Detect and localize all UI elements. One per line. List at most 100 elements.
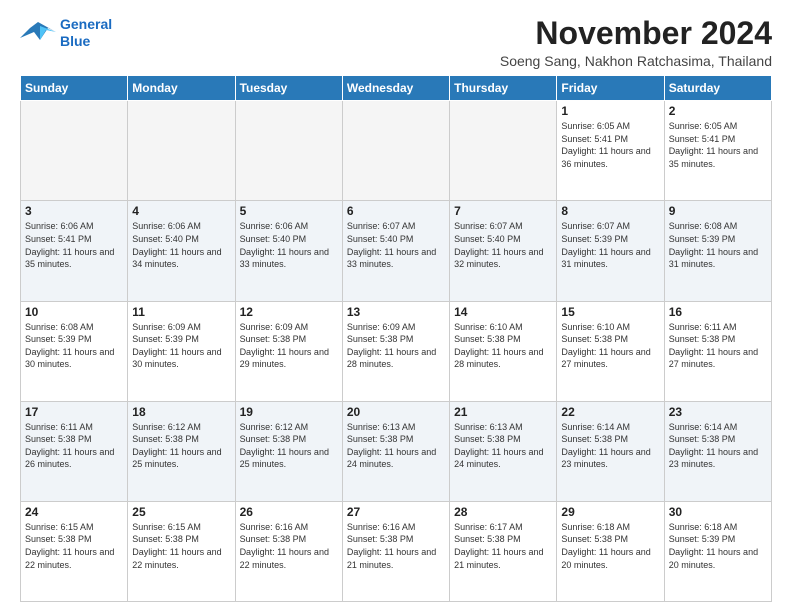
day-cell-3-6: 23Sunrise: 6:14 AM Sunset: 5:38 PM Dayli… <box>664 401 771 501</box>
header-sunday: Sunday <box>21 76 128 101</box>
day-cell-2-1: 11 Sunrise: 6:09 AM Sunset: 5:39 PM Dayli… <box>128 301 235 401</box>
day-number: 7 <box>454 204 552 218</box>
day-info: Sunrise: 6:10 AM Sunset: 5:38 PM Dayligh… <box>454 321 552 371</box>
day-cell-1-5: 8 Sunrise: 6:07 AM Sunset: 5:39 PM Daylig… <box>557 201 664 301</box>
day-info: Sunrise: 6:11 AM Sunset: 5:38 PM Dayligh… <box>25 421 123 471</box>
day-number: 11 <box>132 305 230 319</box>
calendar: Sunday Monday Tuesday Wednesday Thursday… <box>20 75 772 602</box>
day-info: Sunrise: 6:13 AM Sunset: 5:38 PM Dayligh… <box>454 421 552 471</box>
header-friday: Friday <box>557 76 664 101</box>
day-info: Sunrise: 6:06 AM Sunset: 5:40 PM Dayligh… <box>240 220 338 270</box>
day-info: Sunrise: 6:17 AM Sunset: 5:38 PM Dayligh… <box>454 521 552 571</box>
day-number: 26 <box>240 505 338 519</box>
day-info: Sunrise: 6:15 AM Sunset: 5:38 PM Dayligh… <box>132 521 230 571</box>
day-cell-3-1: 18Sunrise: 6:12 AM Sunset: 5:38 PM Dayli… <box>128 401 235 501</box>
day-info: Sunrise: 6:13 AM Sunset: 5:38 PM Dayligh… <box>347 421 445 471</box>
header-monday: Monday <box>128 76 235 101</box>
day-cell-2-4: 14 Sunrise: 6:10 AM Sunset: 5:38 PM Dayli… <box>450 301 557 401</box>
day-cell-3-4: 21 Sunrise: 6:13 AM Sunset: 5:38 PM Dayli… <box>450 401 557 501</box>
day-cell-0-5: 1 Sunrise: 6:05 AM Sunset: 5:41 PM Daylig… <box>557 101 664 201</box>
day-cell-0-0 <box>21 101 128 201</box>
day-cell-4-4: 28 Sunrise: 6:17 AM Sunset: 5:38 PM Dayli… <box>450 501 557 601</box>
day-number: 15 <box>561 305 659 319</box>
day-cell-2-2: 12 Sunrise: 6:09 AM Sunset: 5:38 PM Dayli… <box>235 301 342 401</box>
calendar-body: 1 Sunrise: 6:05 AM Sunset: 5:41 PM Daylig… <box>21 101 772 602</box>
day-info: Sunrise: 6:12 AM Sunset: 5:38 PM Dayligh… <box>240 421 338 471</box>
day-info: Sunrise: 6:06 AM Sunset: 5:40 PM Dayligh… <box>132 220 230 270</box>
day-number: 6 <box>347 204 445 218</box>
day-info: Sunrise: 6:09 AM Sunset: 5:38 PM Dayligh… <box>347 321 445 371</box>
day-number: 2 <box>669 104 767 118</box>
day-cell-1-6: 9 Sunrise: 6:08 AM Sunset: 5:39 PM Daylig… <box>664 201 771 301</box>
day-number: 30 <box>669 505 767 519</box>
logo-line1: General <box>60 16 112 32</box>
day-info: Sunrise: 6:11 AM Sunset: 5:38 PM Dayligh… <box>669 321 767 371</box>
day-info: Sunrise: 6:15 AM Sunset: 5:38 PM Dayligh… <box>25 521 123 571</box>
day-number: 9 <box>669 204 767 218</box>
subtitle: Soeng Sang, Nakhon Ratchasima, Thailand <box>500 53 772 69</box>
day-number: 10 <box>25 305 123 319</box>
title-section: November 2024 Soeng Sang, Nakhon Ratchas… <box>500 16 772 69</box>
weekday-header-row: Sunday Monday Tuesday Wednesday Thursday… <box>21 76 772 101</box>
day-number: 23 <box>669 405 767 419</box>
day-cell-1-4: 7Sunrise: 6:07 AM Sunset: 5:40 PM Daylig… <box>450 201 557 301</box>
day-number: 19 <box>240 405 338 419</box>
header-wednesday: Wednesday <box>342 76 449 101</box>
day-cell-2-6: 16 Sunrise: 6:11 AM Sunset: 5:38 PM Dayli… <box>664 301 771 401</box>
day-number: 28 <box>454 505 552 519</box>
day-cell-4-5: 29Sunrise: 6:18 AM Sunset: 5:38 PM Dayli… <box>557 501 664 601</box>
day-number: 13 <box>347 305 445 319</box>
week-row-5: 24 Sunrise: 6:15 AM Sunset: 5:38 PM Dayli… <box>21 501 772 601</box>
day-cell-4-6: 30Sunrise: 6:18 AM Sunset: 5:39 PM Dayli… <box>664 501 771 601</box>
day-cell-4-2: 26 Sunrise: 6:16 AM Sunset: 5:38 PM Dayli… <box>235 501 342 601</box>
day-info: Sunrise: 6:18 AM Sunset: 5:38 PM Dayligh… <box>561 521 659 571</box>
day-number: 22 <box>561 405 659 419</box>
day-number: 27 <box>347 505 445 519</box>
day-info: Sunrise: 6:16 AM Sunset: 5:38 PM Dayligh… <box>240 521 338 571</box>
day-cell-4-3: 27 Sunrise: 6:16 AM Sunset: 5:38 PM Dayli… <box>342 501 449 601</box>
month-title: November 2024 <box>500 16 772 51</box>
week-row-3: 10Sunrise: 6:08 AM Sunset: 5:39 PM Dayli… <box>21 301 772 401</box>
week-row-2: 3Sunrise: 6:06 AM Sunset: 5:41 PM Daylig… <box>21 201 772 301</box>
day-number: 20 <box>347 405 445 419</box>
day-cell-0-1 <box>128 101 235 201</box>
day-number: 17 <box>25 405 123 419</box>
day-number: 14 <box>454 305 552 319</box>
day-cell-4-1: 25 Sunrise: 6:15 AM Sunset: 5:38 PM Dayli… <box>128 501 235 601</box>
day-number: 16 <box>669 305 767 319</box>
header-saturday: Saturday <box>664 76 771 101</box>
day-cell-0-3 <box>342 101 449 201</box>
week-row-4: 17 Sunrise: 6:11 AM Sunset: 5:38 PM Dayli… <box>21 401 772 501</box>
day-info: Sunrise: 6:10 AM Sunset: 5:38 PM Dayligh… <box>561 321 659 371</box>
day-cell-3-3: 20 Sunrise: 6:13 AM Sunset: 5:38 PM Dayli… <box>342 401 449 501</box>
day-number: 12 <box>240 305 338 319</box>
day-number: 1 <box>561 104 659 118</box>
day-number: 25 <box>132 505 230 519</box>
day-cell-0-2 <box>235 101 342 201</box>
header-thursday: Thursday <box>450 76 557 101</box>
day-info: Sunrise: 6:07 AM Sunset: 5:39 PM Dayligh… <box>561 220 659 270</box>
day-info: Sunrise: 6:05 AM Sunset: 5:41 PM Dayligh… <box>561 120 659 170</box>
day-info: Sunrise: 6:06 AM Sunset: 5:41 PM Dayligh… <box>25 220 123 270</box>
day-cell-0-4 <box>450 101 557 201</box>
day-info: Sunrise: 6:09 AM Sunset: 5:38 PM Dayligh… <box>240 321 338 371</box>
day-cell-3-2: 19 Sunrise: 6:12 AM Sunset: 5:38 PM Dayli… <box>235 401 342 501</box>
day-cell-2-3: 13 Sunrise: 6:09 AM Sunset: 5:38 PM Dayli… <box>342 301 449 401</box>
logo-icon <box>20 18 56 48</box>
header: General Blue November 2024 Soeng Sang, N… <box>20 16 772 69</box>
day-cell-1-2: 5Sunrise: 6:06 AM Sunset: 5:40 PM Daylig… <box>235 201 342 301</box>
day-info: Sunrise: 6:08 AM Sunset: 5:39 PM Dayligh… <box>669 220 767 270</box>
calendar-header: Sunday Monday Tuesday Wednesday Thursday… <box>21 76 772 101</box>
day-info: Sunrise: 6:14 AM Sunset: 5:38 PM Dayligh… <box>561 421 659 471</box>
logo: General Blue <box>20 16 112 50</box>
day-cell-1-1: 4Sunrise: 6:06 AM Sunset: 5:40 PM Daylig… <box>128 201 235 301</box>
day-number: 24 <box>25 505 123 519</box>
day-info: Sunrise: 6:12 AM Sunset: 5:38 PM Dayligh… <box>132 421 230 471</box>
day-info: Sunrise: 6:05 AM Sunset: 5:41 PM Dayligh… <box>669 120 767 170</box>
day-number: 21 <box>454 405 552 419</box>
day-cell-3-5: 22 Sunrise: 6:14 AM Sunset: 5:38 PM Dayli… <box>557 401 664 501</box>
day-number: 8 <box>561 204 659 218</box>
day-info: Sunrise: 6:09 AM Sunset: 5:39 PM Dayligh… <box>132 321 230 371</box>
day-info: Sunrise: 6:16 AM Sunset: 5:38 PM Dayligh… <box>347 521 445 571</box>
week-row-1: 1 Sunrise: 6:05 AM Sunset: 5:41 PM Daylig… <box>21 101 772 201</box>
